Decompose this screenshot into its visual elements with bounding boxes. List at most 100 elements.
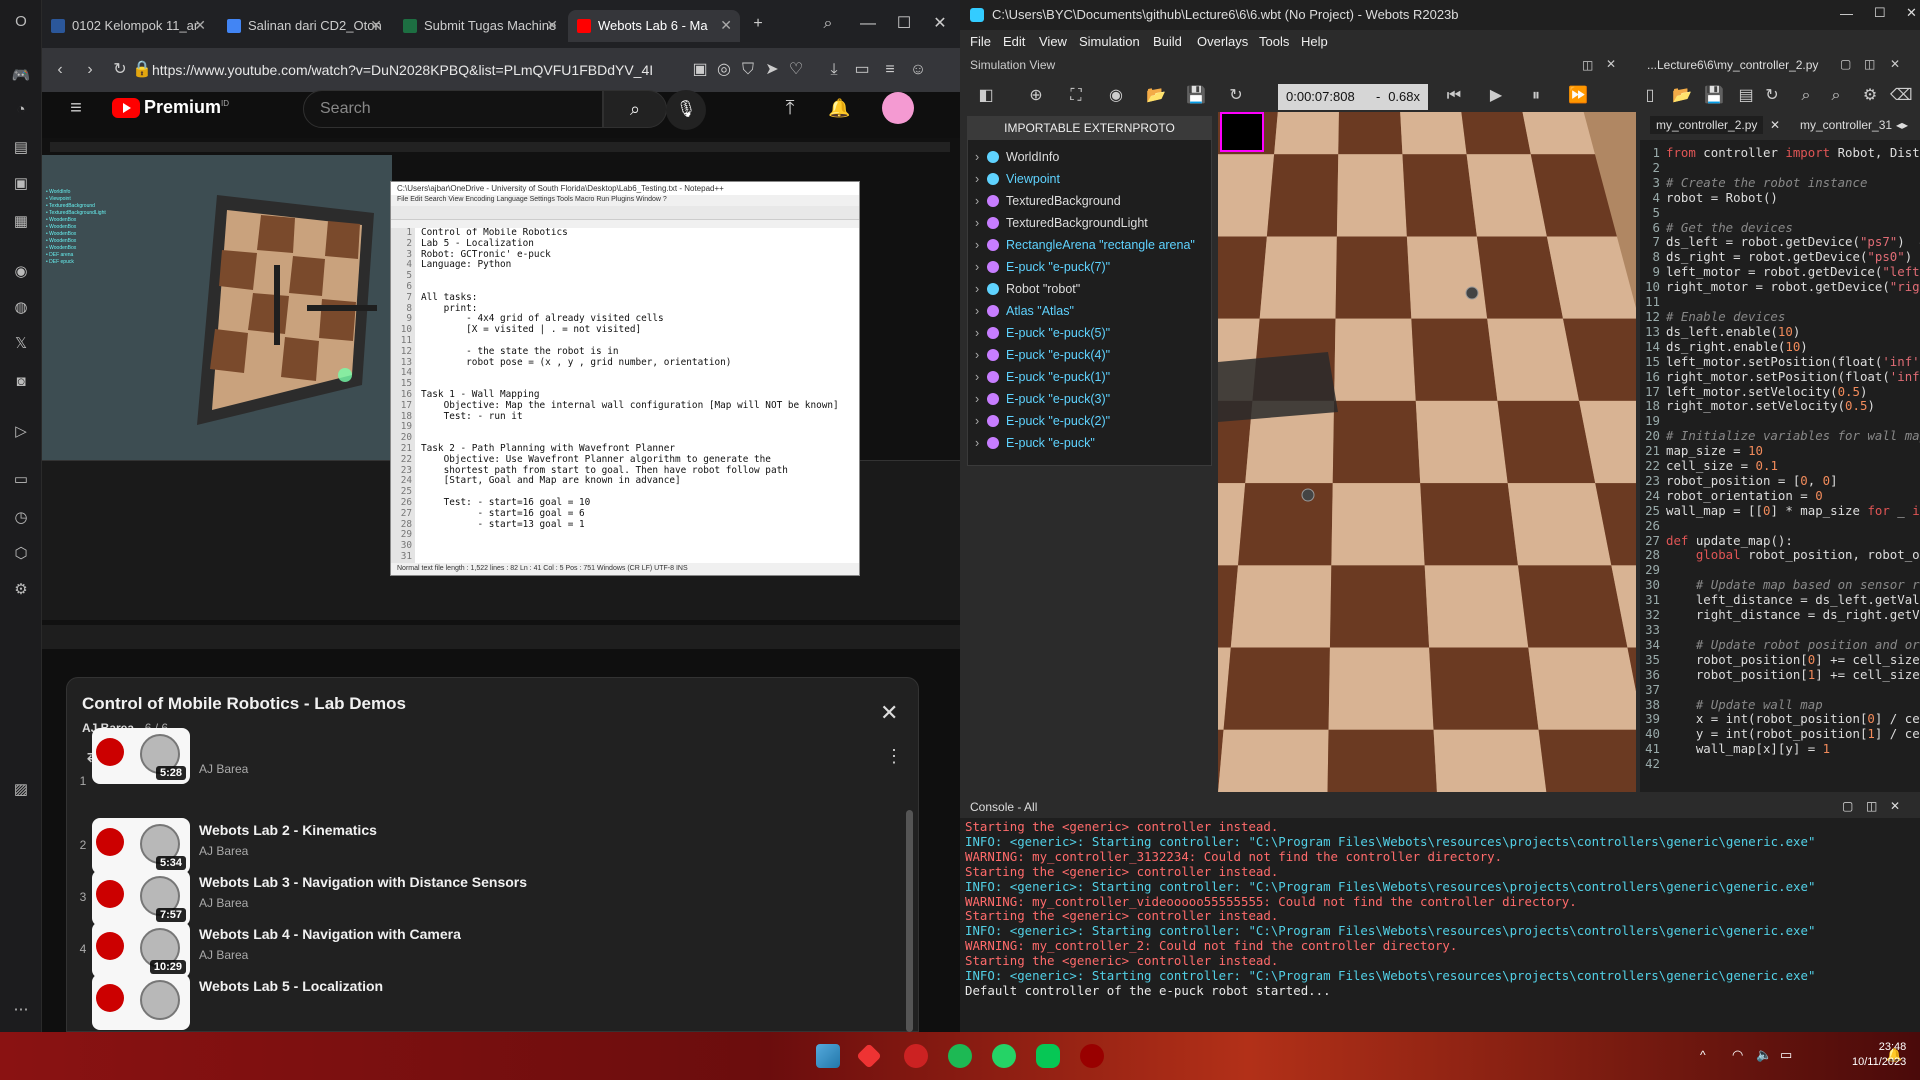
epuck-robot[interactable] — [1465, 286, 1479, 300]
view-icon[interactable]: ◉ — [1106, 86, 1126, 106]
opera-icon[interactable] — [904, 1044, 928, 1068]
video-title[interactable]: Webots Lab 5 - Localization — [199, 978, 383, 994]
camera-icon[interactable]: ◎ — [714, 60, 734, 80]
close-tab-icon[interactable]: ✕ — [546, 17, 558, 34]
more-icon[interactable]: ⋯ — [11, 1000, 31, 1020]
scene-tree-node[interactable]: › E-puck "e-puck(3)" — [975, 392, 1110, 406]
download-icon[interactable]: ⤓ — [824, 60, 844, 80]
clean-icon[interactable]: ⌫ — [1890, 86, 1913, 106]
system-clock[interactable]: 23:48 10/11/2023 — [1852, 1040, 1906, 1070]
avatar[interactable] — [882, 92, 914, 124]
gallery-icon[interactable]: ▨ — [11, 780, 31, 800]
minimize-icon[interactable]: — — [1840, 6, 1853, 21]
build-icon[interactable]: ⚙ — [1860, 86, 1880, 106]
menu-simulation[interactable]: Simulation — [1079, 34, 1140, 49]
close-editor-icon[interactable]: ✕ — [1890, 57, 1900, 71]
playlist-title[interactable]: Control of Mobile Robotics - Lab Demos — [82, 694, 406, 714]
scene-tree-node[interactable]: › E-puck "e-puck(4)" — [975, 348, 1110, 362]
importable-externproto-button[interactable]: IMPORTABLE EXTERNPROTO — [967, 116, 1212, 140]
save-file-icon[interactable]: 💾 — [1704, 86, 1724, 106]
open-world-icon[interactable]: 📂 — [1146, 86, 1166, 106]
minimize-icon[interactable]: — — [858, 14, 878, 34]
reload-world-icon[interactable]: ↻ — [1226, 86, 1246, 106]
scene-tree-toggle-icon[interactable]: ◧ — [976, 86, 996, 106]
pause-icon[interactable]: ⏸ — [1526, 86, 1546, 106]
video-title[interactable]: Webots Lab 3 - Navigation with Distance … — [199, 874, 527, 890]
extensions-icon[interactable]: ⬡ — [11, 544, 31, 564]
upload-icon[interactable]: ⤒ — [780, 98, 800, 118]
back-icon[interactable]: ‹ — [50, 60, 70, 80]
media-app-icon[interactable] — [856, 1043, 882, 1069]
video-title[interactable]: Webots Lab 2 - Kinematics — [199, 822, 377, 838]
close-tab-icon[interactable]: ✕ — [1770, 118, 1780, 132]
shopping-icon[interactable]: ▤ — [11, 138, 31, 158]
messenger-icon[interactable]: ◉ — [11, 262, 31, 282]
spotify-icon[interactable] — [948, 1044, 972, 1068]
close-tab-icon[interactable]: ✕ — [194, 17, 206, 34]
playlist-item[interactable]: 1 5:28 AJ Barea — [66, 728, 919, 812]
webots-taskbar-icon[interactable] — [1080, 1044, 1104, 1068]
video-thumbnail[interactable]: 5:28 — [92, 728, 190, 784]
close-panel-icon[interactable]: ✕ — [1606, 57, 1616, 71]
scene-tree-node[interactable]: › TexturedBackgroundLight — [975, 216, 1148, 230]
expand-arrow-icon[interactable]: › — [975, 150, 987, 164]
code-view[interactable]: 1 from controller import Robot, Distan 23 #… — [1640, 146, 1920, 786]
adblock-icon[interactable]: ⛉ — [738, 60, 758, 80]
editor-tab[interactable]: my_controller_31 — [1800, 118, 1892, 132]
find-icon[interactable]: ⌕ — [1796, 86, 1816, 106]
tab-scroll-icon[interactable]: ◂▸ — [1896, 118, 1908, 132]
notifications-bell-icon[interactable]: 🔔 — [828, 98, 850, 118]
video-thumbnail[interactable]: 7:57 — [92, 870, 190, 926]
chevron-up-icon[interactable]: ^ — [1700, 1048, 1714, 1062]
editor-tab-active[interactable]: my_controller_2.py — [1650, 116, 1764, 134]
expand-arrow-icon[interactable]: › — [975, 414, 987, 428]
send-icon[interactable]: ➤ — [762, 60, 782, 80]
easy-setup-icon[interactable]: ≡ — [880, 60, 900, 80]
save-all-icon[interactable]: ▤ — [1736, 86, 1756, 106]
menu-help[interactable]: Help — [1301, 34, 1328, 49]
speed-dial-icon[interactable]: ◔ — [11, 100, 31, 120]
new-file-icon[interactable]: ▯ — [1640, 86, 1660, 106]
whatsapp-icon[interactable]: ◍ — [11, 298, 31, 318]
scene-tree-node[interactable]: › Viewpoint — [975, 172, 1060, 186]
expand-arrow-icon[interactable]: › — [975, 436, 987, 450]
expand-arrow-icon[interactable]: › — [975, 172, 987, 186]
expand-arrow-icon[interactable]: › — [975, 282, 987, 296]
dock-icon[interactable]: ▢ — [1840, 57, 1851, 71]
open-file-icon[interactable]: 📂 — [1672, 86, 1692, 106]
video-thumbnail[interactable] — [92, 974, 190, 1030]
menu-build[interactable]: Build — [1153, 34, 1182, 49]
browser-tab[interactable]: Submit Tugas Machine ✕ — [394, 10, 566, 42]
reload-icon[interactable]: ↻ — [110, 60, 130, 80]
expand-arrow-icon[interactable]: › — [975, 392, 987, 406]
gamepad-icon[interactable]: 🎮 — [11, 66, 31, 86]
replace-icon[interactable]: ⌕ — [1826, 86, 1846, 106]
playlist-scrollbar[interactable] — [906, 810, 913, 1032]
expand-arrow-icon[interactable]: › — [975, 326, 987, 340]
news-icon[interactable]: ▦ — [11, 212, 31, 232]
whatsapp-icon[interactable] — [992, 1044, 1016, 1068]
undock-icon[interactable]: ◫ — [1582, 58, 1593, 72]
close-console-icon[interactable]: ✕ — [1890, 799, 1900, 813]
menu-tools[interactable]: Tools — [1259, 34, 1289, 49]
menu-overlays[interactable]: Overlays — [1197, 34, 1248, 49]
wifi-icon[interactable]: ◠ — [1732, 1047, 1750, 1065]
maximize-icon[interactable]: ☐ — [1874, 5, 1886, 21]
forward-icon[interactable]: › — [80, 60, 100, 80]
menu-file[interactable]: File — [970, 34, 991, 49]
youtube-search-input[interactable]: Search — [303, 90, 603, 128]
scene-tree-node[interactable]: › E-puck "e-puck(2)" — [975, 414, 1110, 428]
playlist-item[interactable]: Webots Lab 5 - Localization — [66, 974, 919, 1038]
profile-icon[interactable]: ☺ — [908, 60, 928, 80]
hamburger-menu-icon[interactable]: ≡ — [66, 98, 86, 118]
new-tab-icon[interactable]: + — [748, 14, 768, 34]
pinboard-icon[interactable]: ▭ — [11, 470, 31, 490]
menu-edit[interactable]: Edit — [1003, 34, 1025, 49]
scene-tree-node[interactable]: › RectangleArena "rectangle arena" — [975, 238, 1195, 252]
undock-icon[interactable]: ◫ — [1866, 799, 1877, 813]
scene-tree-node[interactable]: › TexturedBackground — [975, 194, 1121, 208]
step-icon[interactable]: ▶ — [1486, 86, 1506, 106]
close-tab-icon[interactable]: ✕ — [370, 17, 382, 34]
discord-icon[interactable]: ◙ — [11, 372, 31, 392]
revert-icon[interactable]: ↻ — [1762, 86, 1782, 106]
